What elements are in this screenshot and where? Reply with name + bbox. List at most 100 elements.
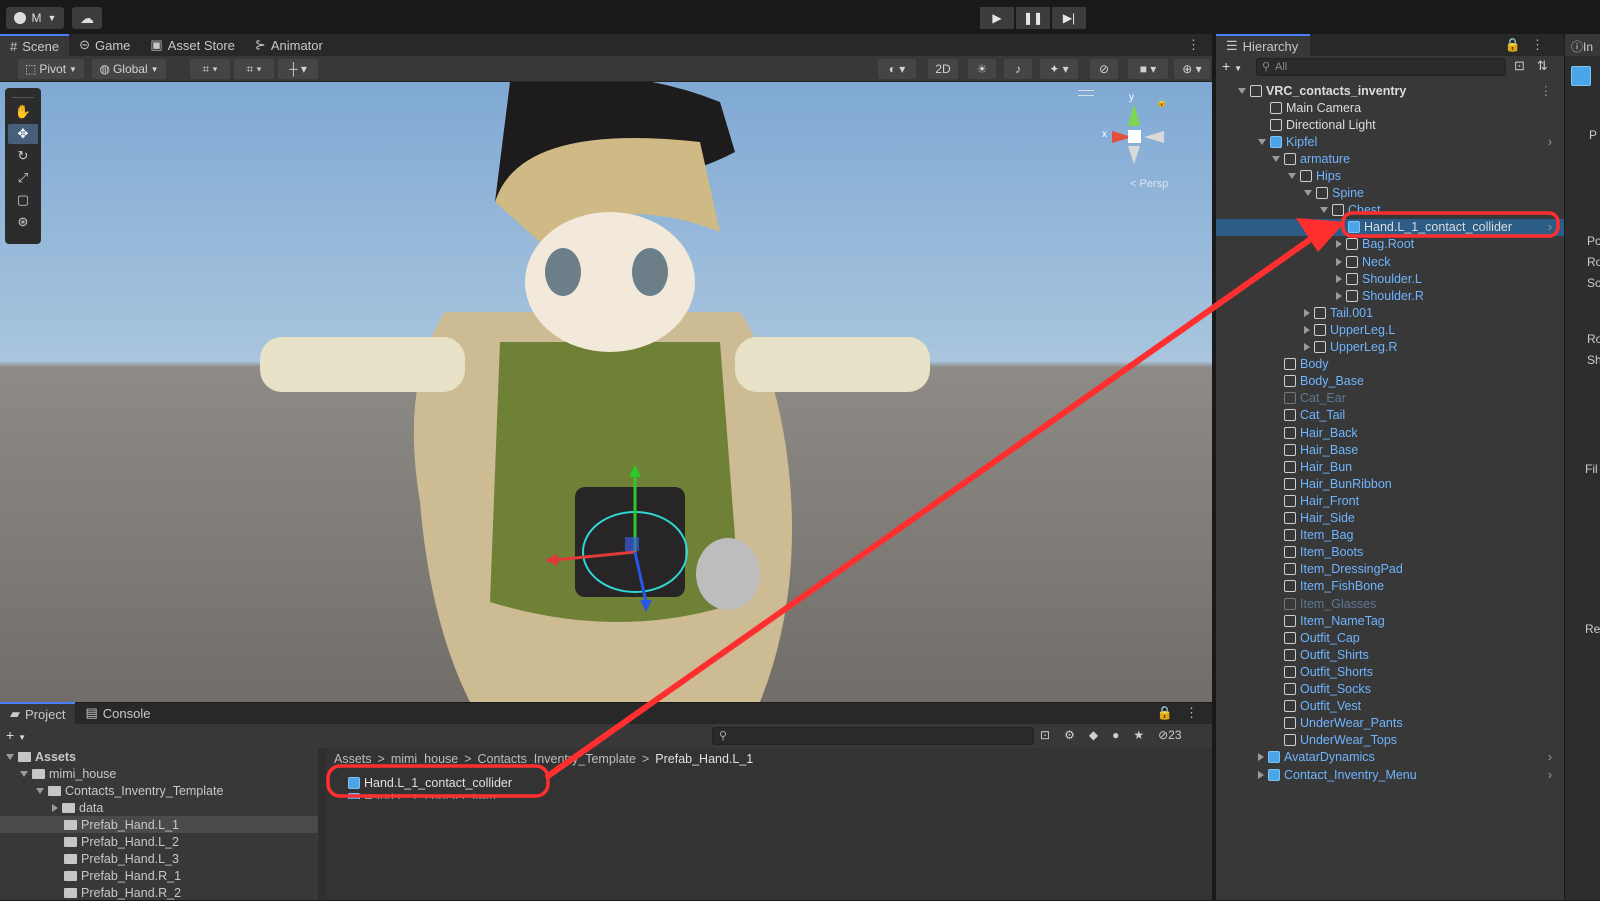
hierarchy-item[interactable]: UpperLeg.R bbox=[1216, 339, 1564, 356]
camera-button[interactable]: ■ ▾ bbox=[1128, 59, 1168, 79]
expand-arrow-icon[interactable] bbox=[1238, 87, 1246, 94]
visibility-toggle[interactable]: ⊘ bbox=[1090, 59, 1118, 79]
tab-project[interactable]: ▰ Project bbox=[0, 702, 76, 724]
scene-menu-icon[interactable]: ⋮ bbox=[1540, 83, 1553, 98]
lock-icon[interactable]: 🔒 bbox=[1156, 97, 1167, 108]
transform-tool[interactable]: ⊛ bbox=[8, 212, 38, 232]
hierarchy-item[interactable]: Hair_Bun bbox=[1216, 458, 1564, 475]
hierarchy-item[interactable]: UnderWear_Tops bbox=[1216, 732, 1564, 749]
hierarchy-item[interactable]: Item_NameTag bbox=[1216, 612, 1564, 629]
expand-arrow-icon[interactable] bbox=[1258, 770, 1264, 779]
expand-arrow-icon[interactable] bbox=[1258, 753, 1264, 762]
scale-tool[interactable]: ⤢ bbox=[8, 168, 38, 188]
hierarchy-item[interactable]: Item_Bag bbox=[1216, 527, 1564, 544]
hierarchy-item[interactable]: Directional Light bbox=[1216, 116, 1564, 133]
hierarchy-item[interactable]: AvatarDynamics › bbox=[1216, 749, 1564, 766]
hierarchy-item[interactable]: VRC_contacts_inventry ⋮ bbox=[1216, 82, 1564, 99]
pivot-dropdown[interactable]: ⬚ Pivot ▼ bbox=[18, 59, 84, 79]
hierarchy-item[interactable]: armature bbox=[1216, 150, 1564, 167]
expand-arrow-icon[interactable] bbox=[1336, 274, 1342, 283]
tree-row-contacts-template[interactable]: Contacts_Inventry_Template bbox=[0, 782, 326, 799]
play-button[interactable]: ▶ bbox=[980, 7, 1014, 29]
global-dropdown[interactable]: ◍ Global ▼ bbox=[92, 59, 166, 79]
hierarchy-item[interactable]: Outfit_Cap bbox=[1216, 629, 1564, 646]
expand-arrow-icon[interactable] bbox=[1336, 257, 1342, 266]
label-icon[interactable]: ◆ bbox=[1089, 728, 1098, 742]
gizmos-button[interactable]: ⊕ ▾ bbox=[1174, 59, 1210, 79]
filter-icon[interactable]: ⚙ bbox=[1064, 728, 1075, 742]
hierarchy-item[interactable]: Hips bbox=[1216, 168, 1564, 185]
2d-toggle[interactable]: 2D bbox=[928, 59, 958, 79]
tab-asset-store[interactable]: ▣ Asset Store bbox=[140, 34, 245, 56]
hierarchy-item[interactable]: Hair_Front bbox=[1216, 492, 1564, 509]
breadcrumb-item[interactable]: mimi_house bbox=[391, 752, 458, 766]
hierarchy-item[interactable]: Hand.L_1_contact_collider › bbox=[1216, 218, 1564, 236]
tree-row-prefab-hand-r2[interactable]: Prefab_Hand.R_2 bbox=[0, 884, 326, 901]
persp-label[interactable]: < Persp bbox=[1130, 178, 1168, 190]
tree-row-data[interactable]: data bbox=[0, 799, 326, 816]
hierarchy-item[interactable]: Main Camera bbox=[1216, 99, 1564, 116]
hierarchy-item[interactable]: Contact_Inventry_Menu › bbox=[1216, 766, 1564, 783]
breadcrumb-item[interactable]: Prefab_Hand.L_1 bbox=[655, 752, 753, 766]
hierarchy-item[interactable]: Item_FishBone bbox=[1216, 578, 1564, 595]
tool-strip-handle[interactable] bbox=[12, 92, 34, 98]
hierarchy-item[interactable]: Neck bbox=[1216, 253, 1564, 270]
breadcrumb-item[interactable]: Assets bbox=[334, 752, 372, 766]
tab-console[interactable]: ▤ Console bbox=[75, 702, 160, 724]
tab-scene[interactable]: # Scene bbox=[0, 34, 70, 56]
orientation-gizmo[interactable]: y x 🔒 < Persp bbox=[1102, 92, 1188, 192]
hierarchy-item[interactable]: Tail.001 bbox=[1216, 304, 1564, 321]
grid-snap-button[interactable]: ⌗ ▾ bbox=[190, 59, 230, 79]
hierarchy-item[interactable]: Body_Base bbox=[1216, 373, 1564, 390]
tab-menu-button[interactable]: ⋮ bbox=[1175, 37, 1212, 56]
project-search-input[interactable]: ⚲ bbox=[712, 727, 1034, 745]
hierarchy-item[interactable]: Item_Boots bbox=[1216, 544, 1564, 561]
scene-viewport[interactable]: ✋ ✥ ↻ ⤢ ▢ ⊛ y x 🔒 < Persp bbox=[0, 82, 1212, 702]
viewport-handle[interactable] bbox=[1078, 90, 1094, 96]
chevron-right-icon[interactable]: › bbox=[1548, 750, 1552, 764]
expand-arrow-icon[interactable] bbox=[1336, 240, 1342, 249]
expand-arrow-icon[interactable] bbox=[1272, 155, 1280, 162]
hierarchy-item[interactable]: UpperLeg.L bbox=[1216, 321, 1564, 338]
ruler-button[interactable]: ┼ ▾ bbox=[278, 59, 318, 79]
asset-item-collider[interactable]: Hand.L_1_contact_collider bbox=[348, 774, 512, 792]
hierarchy-item[interactable]: Outfit_Vest bbox=[1216, 698, 1564, 715]
effects-button[interactable]: ✦ ▾ bbox=[1040, 59, 1078, 79]
tree-scrollbar[interactable] bbox=[318, 748, 326, 900]
tree-row-mimi-house[interactable]: mimi_house bbox=[0, 765, 326, 782]
tab-animator[interactable]: ⊱ Animator bbox=[245, 34, 333, 56]
expand-arrow-icon[interactable] bbox=[1336, 291, 1342, 300]
step-button[interactable]: ▶| bbox=[1052, 7, 1086, 29]
tree-row-assets[interactable]: Assets bbox=[0, 748, 326, 765]
search-filter-icon[interactable]: ⊡ bbox=[1514, 58, 1525, 74]
lock-icon[interactable]: 🔒 bbox=[1157, 705, 1173, 721]
tab-inspector[interactable]: ⓘIn bbox=[1565, 34, 1600, 56]
tree-row-prefab-hand-l3[interactable]: Prefab_Hand.L_3 bbox=[0, 850, 326, 867]
menu-icon[interactable]: ⋮ bbox=[1185, 705, 1198, 721]
hierarchy-item[interactable]: Chest bbox=[1216, 202, 1564, 219]
hierarchy-create-button[interactable]: + ▼ bbox=[1222, 58, 1242, 74]
account-dropdown[interactable]: M ▼ bbox=[6, 7, 64, 29]
tree-row-prefab-hand-r1[interactable]: Prefab_Hand.R_1 bbox=[0, 867, 326, 884]
move-tool[interactable]: ✥ bbox=[8, 124, 38, 144]
star-icon[interactable]: ★ bbox=[1133, 728, 1144, 742]
tab-hierarchy[interactable]: ☰ Hierarchy bbox=[1216, 34, 1310, 56]
hierarchy-item[interactable]: Spine bbox=[1216, 185, 1564, 202]
expand-arrow-icon[interactable] bbox=[1288, 173, 1296, 179]
warning-icon[interactable]: ● bbox=[1112, 728, 1119, 742]
chevron-right-icon[interactable]: › bbox=[1548, 135, 1552, 149]
expand-arrow-icon[interactable] bbox=[1304, 308, 1310, 317]
hierarchy-item[interactable]: Body bbox=[1216, 356, 1564, 373]
cloud-button[interactable]: ☁ bbox=[72, 7, 102, 29]
tree-row-prefab-hand-l2[interactable]: Prefab_Hand.L_2 bbox=[0, 833, 326, 850]
hierarchy-item[interactable]: Item_DressingPad bbox=[1216, 561, 1564, 578]
lock-icon[interactable]: 🔒 bbox=[1505, 37, 1521, 53]
hierarchy-item[interactable]: Hair_Back bbox=[1216, 424, 1564, 441]
hierarchy-item[interactable]: Shoulder.R bbox=[1216, 287, 1564, 304]
sort-icon[interactable]: ⇅ bbox=[1537, 58, 1548, 74]
rotate-tool[interactable]: ↻ bbox=[8, 146, 38, 166]
chevron-right-icon[interactable]: › bbox=[1548, 768, 1552, 782]
asset-item-item[interactable]: Hand.L_1_contact_item bbox=[348, 790, 496, 799]
hierarchy-item[interactable]: Kipfel › bbox=[1216, 133, 1564, 150]
hierarchy-search-input[interactable]: ⚲ All bbox=[1256, 58, 1506, 76]
